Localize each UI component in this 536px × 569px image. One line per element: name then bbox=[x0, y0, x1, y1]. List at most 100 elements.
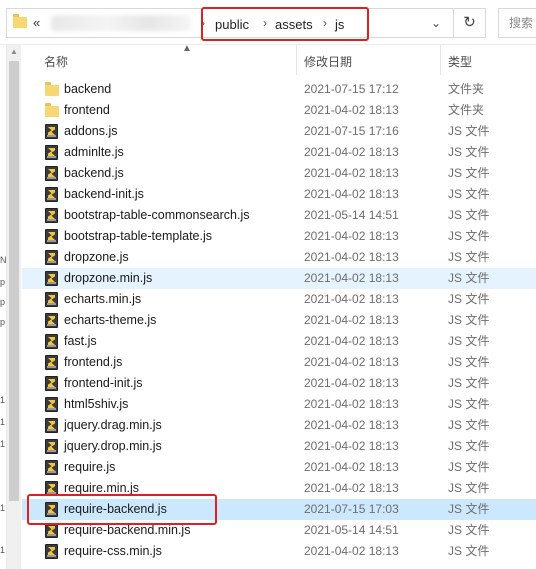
js-file-icon bbox=[45, 418, 58, 433]
file-row-selected[interactable]: require-backend.js 2021-07-15 17:03 JS 文件 bbox=[22, 499, 536, 520]
file-row[interactable]: adminlte.js 2021-04-02 18:13 JS 文件 bbox=[22, 142, 536, 163]
js-file-icon bbox=[45, 355, 58, 370]
file-row[interactable]: frontend 2021-04-02 18:13 文件夹 bbox=[22, 100, 536, 121]
folder-icon bbox=[45, 103, 59, 117]
file-type: JS 文件 bbox=[448, 313, 490, 327]
chevron-right-icon[interactable]: › bbox=[201, 16, 205, 30]
breadcrumb-js[interactable]: js bbox=[335, 17, 344, 32]
breadcrumb-overflow-button[interactable]: « bbox=[33, 15, 40, 30]
chevron-right-icon[interactable]: › bbox=[323, 16, 327, 30]
breadcrumb-assets[interactable]: assets bbox=[275, 17, 313, 32]
file-row[interactable]: html5shiv.js 2021-04-02 18:13 JS 文件 bbox=[22, 394, 536, 415]
file-row[interactable]: frontend.js 2021-04-02 18:13 JS 文件 bbox=[22, 352, 536, 373]
nav-pane-text: 1 bbox=[0, 395, 6, 405]
file-row[interactable]: require-backend.min.js 2021-05-14 14:51 JS… bbox=[22, 520, 536, 541]
address-field[interactable]: « › public › assets › js ⌄ bbox=[6, 7, 454, 41]
file-row[interactable]: fast.js 2021-04-02 18:13 JS 文件 bbox=[22, 331, 536, 352]
file-type: JS 文件 bbox=[448, 187, 490, 201]
column-header-type[interactable]: 类型 bbox=[448, 53, 472, 70]
js-file-icon bbox=[45, 376, 58, 391]
file-date: 2021-04-02 18:13 bbox=[304, 544, 399, 558]
file-name: require.min.js bbox=[64, 481, 140, 495]
file-type: JS 文件 bbox=[448, 124, 490, 138]
file-row[interactable]: dropzone.js 2021-04-02 18:13 JS 文件 bbox=[22, 247, 536, 268]
js-file-icon bbox=[45, 208, 58, 223]
file-name: require-backend.js bbox=[64, 502, 167, 516]
file-type: JS 文件 bbox=[448, 145, 490, 159]
file-date: 2021-07-15 17:16 bbox=[304, 124, 399, 138]
file-date: 2021-05-14 14:51 bbox=[304, 523, 399, 537]
file-date: 2021-04-02 18:13 bbox=[304, 187, 399, 201]
navigation-pane[interactable]: N p p p 1 1 1 1 1 bbox=[0, 45, 7, 569]
column-header-date[interactable]: 修改日期 bbox=[304, 53, 352, 70]
file-row[interactable]: jquery.drag.min.js 2021-04-02 18:13 JS 文件 bbox=[22, 415, 536, 436]
folder-icon bbox=[45, 82, 59, 96]
file-row[interactable]: jquery.drop.min.js 2021-04-02 18:13 JS 文件 bbox=[22, 436, 536, 457]
file-row[interactable]: require-css.min.js 2021-04-02 18:13 JS 文件 bbox=[22, 541, 536, 562]
file-date: 2021-04-02 18:13 bbox=[304, 292, 399, 306]
file-name: dropzone.min.js bbox=[64, 271, 153, 285]
file-date: 2021-04-02 18:13 bbox=[304, 166, 399, 180]
file-row[interactable]: require.js 2021-04-02 18:13 JS 文件 bbox=[22, 457, 536, 478]
js-file-icon bbox=[45, 313, 58, 328]
refresh-button[interactable]: ↻ bbox=[454, 8, 486, 38]
file-type: 文件夹 bbox=[448, 82, 485, 96]
file-name: frontend.js bbox=[64, 355, 123, 369]
file-name: jquery.drop.min.js bbox=[64, 439, 162, 453]
js-file-icon bbox=[45, 166, 58, 181]
file-row[interactable]: bootstrap-table-commonsearch.js 2021-05-1… bbox=[22, 205, 536, 226]
js-file-icon bbox=[45, 397, 58, 412]
file-date: 2021-04-02 18:13 bbox=[304, 103, 399, 117]
vertical-scrollbar[interactable]: ▲ bbox=[7, 45, 21, 569]
js-file-icon bbox=[45, 481, 58, 496]
file-name: frontend-init.js bbox=[64, 376, 143, 390]
file-row[interactable]: require.min.js 2021-04-02 18:13 JS 文件 bbox=[22, 478, 536, 499]
nav-pane-text: 1 bbox=[0, 545, 6, 555]
file-type: JS 文件 bbox=[448, 460, 490, 474]
js-file-icon bbox=[45, 460, 58, 475]
file-row[interactable]: backend 2021-07-15 17:12 文件夹 bbox=[22, 79, 536, 100]
breadcrumb: › public › assets › js bbox=[201, 7, 369, 41]
file-row[interactable]: frontend-init.js 2021-04-02 18:13 JS 文件 bbox=[22, 373, 536, 394]
scroll-up-arrow-icon[interactable]: ▲ bbox=[7, 45, 21, 59]
file-name: echarts.min.js bbox=[64, 292, 142, 306]
js-file-icon bbox=[45, 439, 58, 454]
file-type: JS 文件 bbox=[448, 229, 490, 243]
file-date: 2021-04-02 18:13 bbox=[304, 250, 399, 264]
js-file-icon bbox=[45, 544, 58, 559]
js-file-icon bbox=[45, 229, 58, 244]
file-row[interactable]: bootstrap-table-template.js 2021-04-02 18… bbox=[22, 226, 536, 247]
nav-pane-text: p bbox=[0, 297, 6, 307]
file-date: 2021-04-02 18:13 bbox=[304, 145, 399, 159]
file-date: 2021-04-02 18:13 bbox=[304, 418, 399, 432]
column-divider[interactable] bbox=[440, 45, 441, 75]
file-row[interactable]: backend-init.js 2021-04-02 18:13 JS 文件 bbox=[22, 184, 536, 205]
chevron-right-icon[interactable]: › bbox=[263, 16, 267, 30]
file-date: 2021-04-02 18:13 bbox=[304, 271, 399, 285]
file-type: JS 文件 bbox=[448, 271, 490, 285]
js-file-icon bbox=[45, 124, 58, 139]
file-type: JS 文件 bbox=[448, 355, 490, 369]
file-type: JS 文件 bbox=[448, 250, 490, 264]
breadcrumb-public[interactable]: public bbox=[215, 17, 249, 32]
nav-pane-text: p bbox=[0, 317, 6, 327]
js-file-icon bbox=[45, 271, 58, 286]
file-row[interactable]: backend.js 2021-04-02 18:13 JS 文件 bbox=[22, 163, 536, 184]
file-row-hovered[interactable]: dropzone.min.js 2021-04-02 18:13 JS 文件 bbox=[22, 268, 536, 289]
search-input[interactable]: 搜索 bbox=[498, 8, 536, 38]
file-type: JS 文件 bbox=[448, 523, 490, 537]
file-name: frontend bbox=[64, 103, 110, 117]
file-name: addons.js bbox=[64, 124, 118, 138]
scrollbar-thumb[interactable] bbox=[9, 61, 19, 501]
file-name: jquery.drag.min.js bbox=[64, 418, 162, 432]
file-row[interactable]: echarts.min.js 2021-04-02 18:13 JS 文件 bbox=[22, 289, 536, 310]
column-divider[interactable] bbox=[296, 45, 297, 75]
file-row[interactable]: addons.js 2021-07-15 17:16 JS 文件 bbox=[22, 121, 536, 142]
address-bar: « › public › assets › js ⌄ ↻ 搜索 bbox=[0, 0, 536, 45]
file-date: 2021-04-02 18:13 bbox=[304, 334, 399, 348]
blurred-path bbox=[51, 15, 191, 31]
column-header-name[interactable]: 名称 bbox=[44, 53, 68, 70]
file-row[interactable]: echarts-theme.js 2021-04-02 18:13 JS 文件 bbox=[22, 310, 536, 331]
file-type: JS 文件 bbox=[448, 334, 490, 348]
chevron-down-icon[interactable]: ⌄ bbox=[431, 16, 441, 30]
